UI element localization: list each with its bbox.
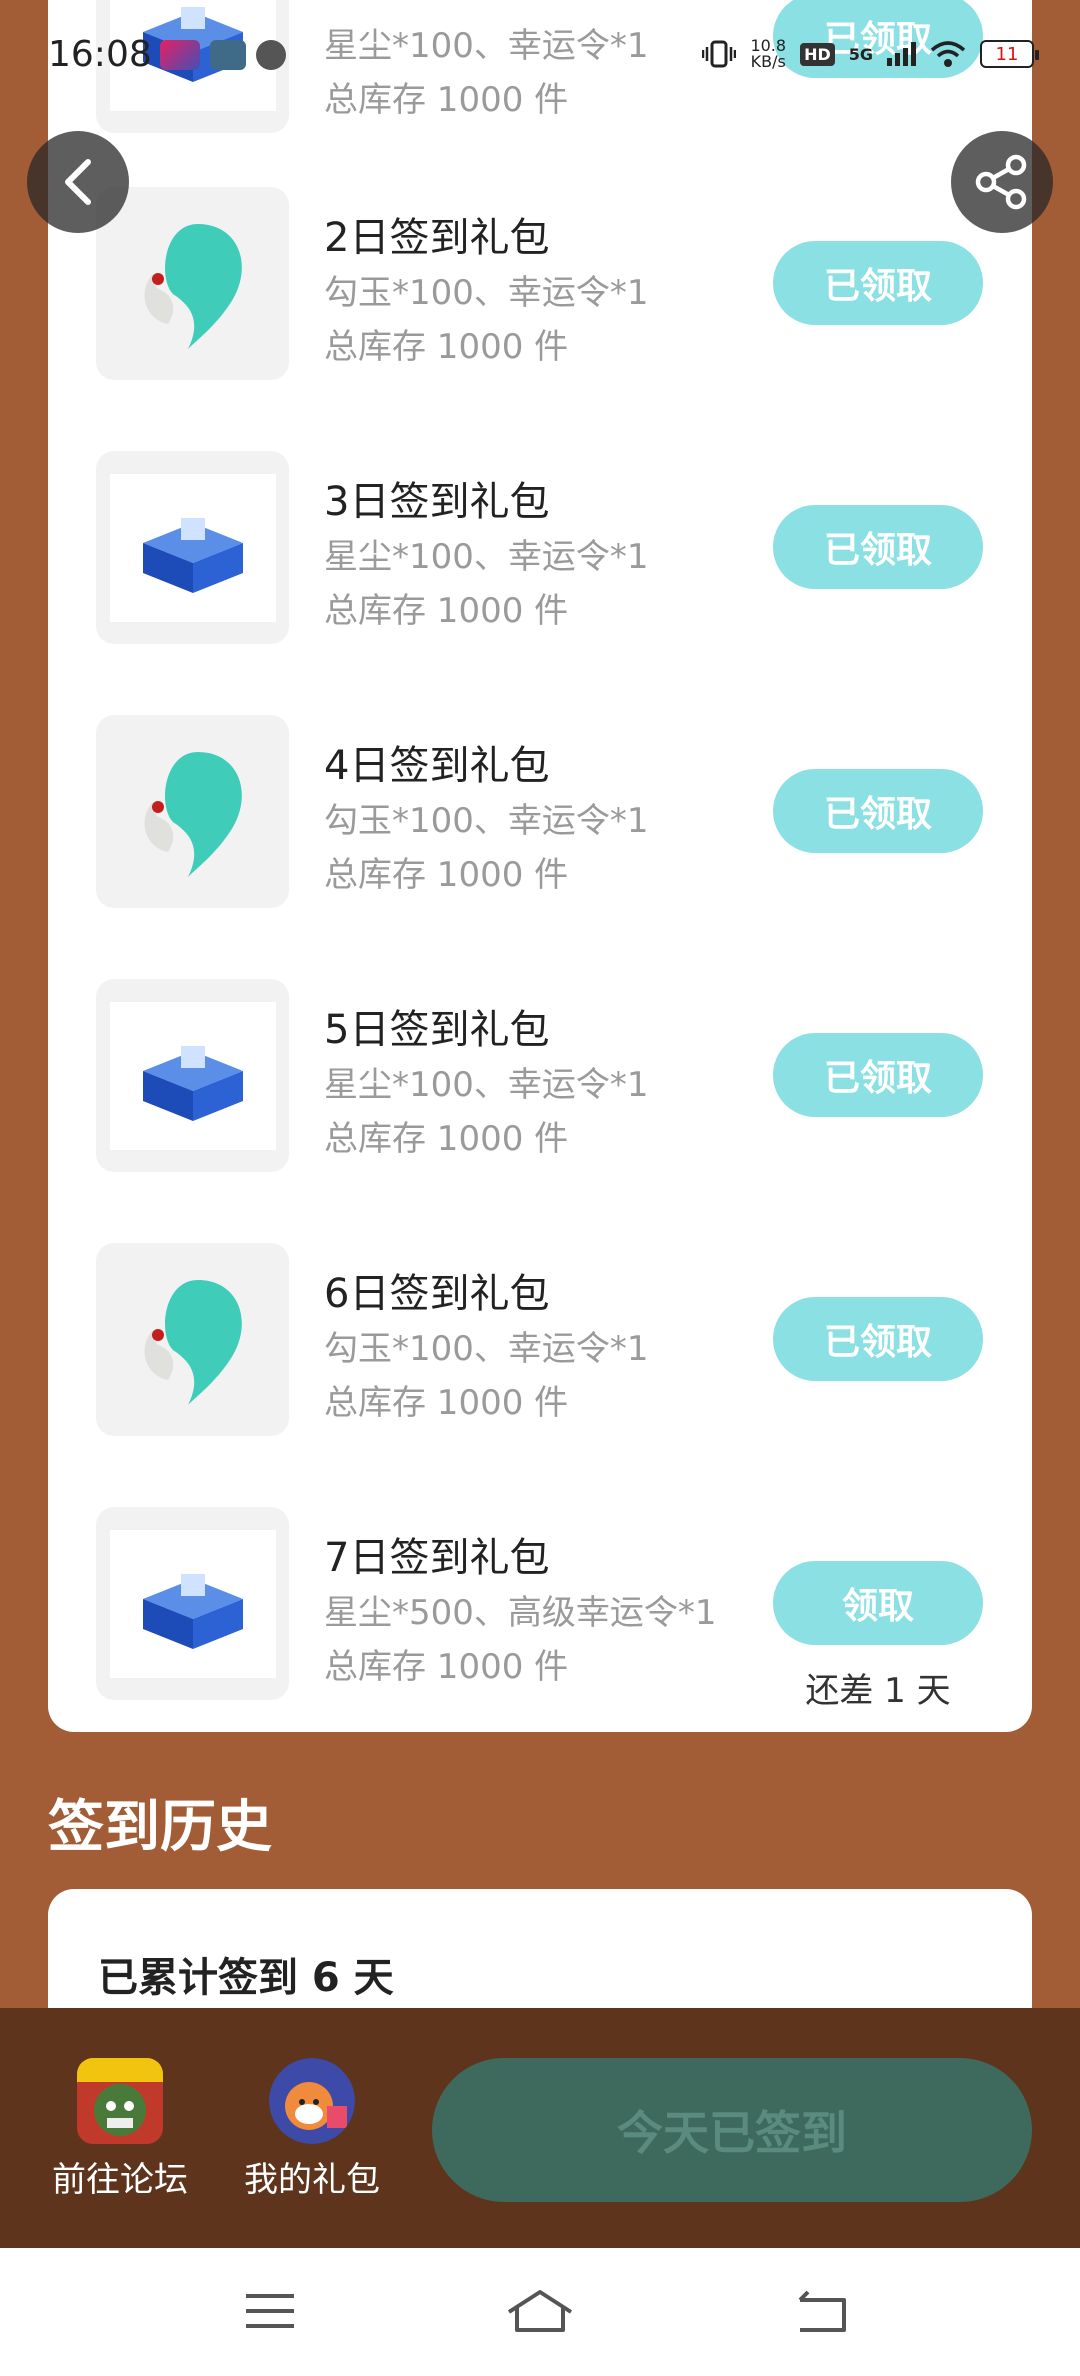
- net-speed: 10.8 KB/s: [750, 38, 786, 70]
- system-nav-bar: [0, 2248, 1080, 2376]
- gift-list-card: 星尘*100、幸运令*1 总库存 1000 件 已领取 2日签到礼包 勾玉*10…: [48, 0, 1032, 1732]
- gift-avatar-icon: [269, 2058, 355, 2144]
- gift-thumbnail: [96, 1507, 289, 1700]
- gift-description: 勾玉*100、幸运令*1: [324, 273, 649, 313]
- gift-thumbnail: [96, 451, 289, 644]
- gift-stock: 总库存 1000 件: [324, 855, 569, 895]
- gift-stock: 总库存 1000 件: [324, 1647, 569, 1687]
- app-notification-icon: [160, 40, 200, 70]
- claimed-button[interactable]: 已领取: [773, 1297, 983, 1381]
- gift-title: 7日签到礼包: [324, 1535, 550, 1581]
- gift-title: 4日签到礼包: [324, 743, 550, 789]
- gift-description: 勾玉*100、幸运令*1: [324, 801, 649, 841]
- bottom-action-bar: 前往论坛 我的礼包 今天已签到: [0, 2008, 1080, 2248]
- my-gifts-link[interactable]: 我的礼包: [232, 2058, 392, 2201]
- days-remaining: 还差 1 天: [805, 1671, 951, 1711]
- blue-chest-icon: [142, 1573, 243, 1649]
- back-nav-icon[interactable]: [792, 2286, 852, 2336]
- gift-stock: 总库存 1000 件: [324, 591, 569, 631]
- menu-icon[interactable]: [240, 2286, 300, 2336]
- battery-icon: 11: [980, 40, 1039, 68]
- history-heading: 签到历史: [48, 1795, 272, 1860]
- chevron-left-icon: [65, 159, 91, 205]
- claim-button[interactable]: 领取: [773, 1561, 983, 1645]
- status-indicators: 10.8 KB/s HD 5G 11: [702, 38, 1039, 70]
- gift-stock: 总库存 1000 件: [324, 327, 569, 367]
- jade-magatama-icon: [144, 1279, 242, 1405]
- gift-thumbnail: [96, 187, 289, 380]
- notification-icons: [160, 40, 286, 70]
- gift-row: 6日签到礼包 勾玉*100、幸运令*1 总库存 1000 件 已领取: [48, 1243, 1032, 1443]
- gift-description: 星尘*500、高级幸运令*1: [324, 1593, 717, 1633]
- share-button[interactable]: [951, 131, 1053, 233]
- status-time: 16:08: [48, 34, 152, 75]
- signal-icon: [887, 42, 916, 66]
- gift-description: 勾玉*100、幸运令*1: [324, 1329, 649, 1369]
- share-icon: [975, 154, 1027, 210]
- forum-label: 前往论坛: [52, 2160, 188, 2200]
- taptap-notification-icon: [210, 40, 246, 70]
- gift-title: 2日签到礼包: [324, 215, 550, 261]
- gift-thumbnail: [96, 1243, 289, 1436]
- signin-count: 已累计签到 6 天: [98, 1955, 394, 2001]
- gift-title: 6日签到礼包: [324, 1271, 550, 1317]
- net-speed-unit: KB/s: [750, 52, 786, 71]
- status-bar: 16:08 10.8 KB/s HD 5G 11: [0, 0, 1080, 115]
- claimed-button[interactable]: 已领取: [773, 505, 983, 589]
- gift-row: 3日签到礼包 星尘*100、幸运令*1 总库存 1000 件 已领取: [48, 451, 1032, 651]
- gift-row: 4日签到礼包 勾玉*100、幸运令*1 总库存 1000 件 已领取: [48, 715, 1032, 915]
- game-avatar-icon: [77, 2058, 163, 2144]
- vibrate-icon: [702, 40, 737, 68]
- gift-thumbnail: [96, 979, 289, 1172]
- gift-title: 3日签到礼包: [324, 479, 550, 525]
- home-icon[interactable]: [505, 2286, 575, 2336]
- jade-magatama-icon: [144, 223, 242, 349]
- signed-in-button[interactable]: 今天已签到: [432, 2058, 1032, 2202]
- back-button[interactable]: [27, 131, 129, 233]
- battery-level: 11: [995, 43, 1019, 65]
- gift-row: 5日签到礼包 星尘*100、幸运令*1 总库存 1000 件 已领取: [48, 979, 1032, 1179]
- app-notification-icon: [256, 40, 286, 70]
- gift-thumbnail: [96, 715, 289, 908]
- blue-chest-icon: [142, 517, 243, 593]
- gift-stock: 总库存 1000 件: [324, 1383, 569, 1423]
- claimed-button[interactable]: 已领取: [773, 241, 983, 325]
- gift-description: 星尘*100、幸运令*1: [324, 537, 649, 577]
- claimed-button[interactable]: 已领取: [773, 769, 983, 853]
- jade-magatama-icon: [144, 751, 242, 877]
- my-gifts-label: 我的礼包: [244, 2160, 380, 2200]
- gift-title: 5日签到礼包: [324, 1007, 550, 1053]
- hd-badge: HD: [800, 42, 835, 66]
- forum-link[interactable]: 前往论坛: [40, 2058, 200, 2201]
- claimed-button[interactable]: 已领取: [773, 1033, 983, 1117]
- gift-description: 星尘*100、幸运令*1: [324, 1065, 649, 1105]
- gift-stock: 总库存 1000 件: [324, 1119, 569, 1159]
- wifi-icon: [930, 41, 966, 67]
- gift-row: 7日签到礼包 星尘*500、高级幸运令*1 总库存 1000 件 领取 还差 1…: [48, 1507, 1032, 1711]
- gift-row: 2日签到礼包 勾玉*100、幸运令*1 总库存 1000 件 已领取: [48, 187, 1032, 387]
- network-type: 5G: [848, 44, 873, 64]
- blue-chest-icon: [142, 1045, 243, 1121]
